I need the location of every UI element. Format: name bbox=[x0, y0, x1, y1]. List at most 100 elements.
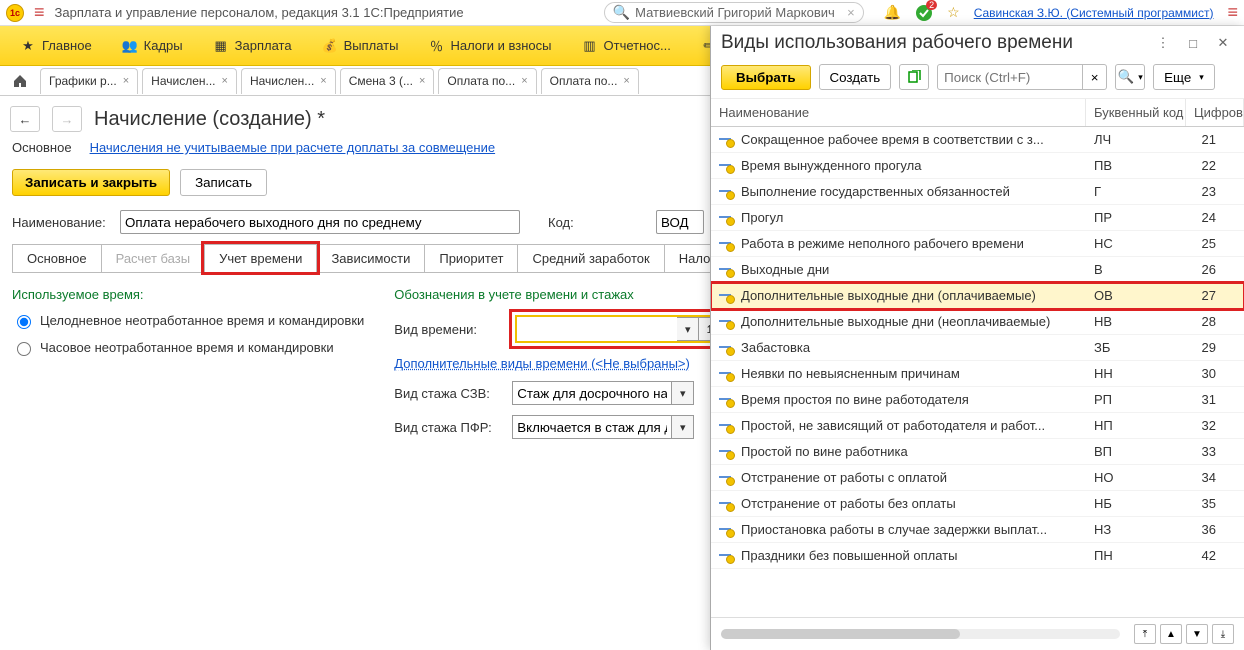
copy-button[interactable] bbox=[899, 64, 929, 90]
code-label: Код: bbox=[548, 215, 648, 230]
nav-icon: ▥ bbox=[582, 38, 598, 54]
doc-tab-0[interactable]: Графики р...× bbox=[40, 68, 138, 94]
table-row[interactable]: Работа в режиме неполного рабочего време… bbox=[711, 231, 1244, 257]
popup-search-clear[interactable]: × bbox=[1083, 64, 1107, 90]
inner-tab-2[interactable]: Учет времени bbox=[204, 244, 317, 272]
table-row[interactable]: Отстранение от работы с оплатойНО34 bbox=[711, 465, 1244, 491]
radio-fullday[interactable]: Целодневное неотработанное время и коман… bbox=[12, 312, 364, 329]
bell-icon[interactable]: 🔔 bbox=[884, 4, 901, 21]
close-icon[interactable]: × bbox=[320, 75, 326, 87]
table-row[interactable]: Простой по вине работникаВП33 bbox=[711, 439, 1244, 465]
pfr-select[interactable] bbox=[512, 415, 672, 439]
scroll-top-icon[interactable]: ⤒ bbox=[1134, 624, 1156, 644]
inner-tab-1[interactable]: Расчет базы bbox=[101, 244, 206, 272]
row-icon bbox=[719, 394, 733, 406]
szv-dropdown-icon[interactable]: ▾ bbox=[672, 381, 694, 405]
close-icon[interactable]: × bbox=[222, 75, 228, 87]
name-input[interactable] bbox=[120, 210, 520, 234]
clear-search-icon[interactable]: × bbox=[847, 5, 855, 20]
scroll-down-icon[interactable]: ▼ bbox=[1186, 624, 1208, 644]
vid-input[interactable] bbox=[517, 317, 677, 341]
save-button[interactable]: Записать bbox=[180, 169, 267, 196]
home-tab-icon[interactable] bbox=[4, 73, 36, 89]
popup-title: Виды использования рабочего времени bbox=[721, 32, 1144, 54]
col-name[interactable]: Наименование bbox=[711, 99, 1086, 126]
used-time-title: Используемое время: bbox=[12, 287, 364, 302]
close-icon[interactable]: × bbox=[419, 75, 425, 87]
radio-fullday-input[interactable] bbox=[17, 315, 31, 329]
vid-dropdown-icon[interactable]: ▾ bbox=[677, 317, 699, 341]
radio-hourly-input[interactable] bbox=[17, 342, 31, 356]
inner-tab-5[interactable]: Средний заработок bbox=[517, 244, 664, 272]
doc-tab-3[interactable]: Смена 3 (...× bbox=[340, 68, 435, 94]
row-icon bbox=[719, 368, 733, 380]
find-button[interactable]: 🔍▾ bbox=[1115, 64, 1145, 90]
table-row[interactable]: Выполнение государственных обязанностейГ… bbox=[711, 179, 1244, 205]
code-input[interactable] bbox=[656, 210, 704, 234]
h-scroll[interactable] bbox=[721, 629, 1120, 639]
nav-item-4[interactable]: ％Налоги и взносы bbox=[414, 26, 565, 65]
doc-tab-1[interactable]: Начислен...× bbox=[142, 68, 237, 94]
nav-item-5[interactable]: ▥Отчетнос... bbox=[568, 26, 685, 65]
doc-tab-4[interactable]: Оплата по...× bbox=[438, 68, 536, 94]
szv-select[interactable] bbox=[512, 381, 672, 405]
table-row[interactable]: Сокращенное рабочее время в соответствии… bbox=[711, 127, 1244, 153]
current-user-link[interactable]: Савинская З.Ю. (Системный программист) bbox=[974, 6, 1214, 20]
nav-item-1[interactable]: 👥Кадры bbox=[108, 26, 197, 65]
menu-icon[interactable]: ≡ bbox=[34, 2, 45, 23]
table-row[interactable]: Праздники без повышенной оплатыПН42 bbox=[711, 543, 1244, 569]
table-row[interactable]: Выходные дниВ26 bbox=[711, 257, 1244, 283]
col-code[interactable]: Буквенный код bbox=[1086, 99, 1186, 126]
szv-label: Вид стажа СЗВ: bbox=[394, 386, 504, 401]
more-button[interactable]: Еще▾ bbox=[1153, 64, 1215, 90]
scroll-up-icon[interactable]: ▲ bbox=[1160, 624, 1182, 644]
nav-item-2[interactable]: ▦Зарплата bbox=[199, 26, 306, 65]
popup-search-input[interactable] bbox=[937, 64, 1083, 90]
nav-item-3[interactable]: 💰Выплаты bbox=[308, 26, 413, 65]
row-icon bbox=[719, 472, 733, 484]
close-icon[interactable]: × bbox=[123, 75, 129, 87]
table-row[interactable]: ПрогулПР24 bbox=[711, 205, 1244, 231]
popup-table-header: Наименование Буквенный код Цифров bbox=[711, 99, 1244, 127]
inner-tab-4[interactable]: Приоритет bbox=[424, 244, 518, 272]
table-row[interactable]: Простой, не зависящий от работодателя и … bbox=[711, 413, 1244, 439]
additional-types-link[interactable]: Дополнительные виды времени (<Не выбраны… bbox=[394, 356, 690, 371]
nav-link-main[interactable]: Основное bbox=[12, 140, 72, 155]
inner-tab-0[interactable]: Основное bbox=[12, 244, 102, 272]
table-row[interactable]: ЗабастовкаЗБ29 bbox=[711, 335, 1244, 361]
close-icon[interactable]: × bbox=[521, 75, 527, 87]
popup-more-icon[interactable]: ⋮ bbox=[1152, 32, 1174, 54]
select-button[interactable]: Выбрать bbox=[721, 65, 811, 90]
doc-tab-2[interactable]: Начислен...× bbox=[241, 68, 336, 94]
nav-forward-button[interactable]: → bbox=[52, 106, 82, 132]
inner-tab-3[interactable]: Зависимости bbox=[316, 244, 425, 272]
nav-link-extra[interactable]: Начисления не учитываемые при расчете до… bbox=[90, 140, 496, 155]
doc-tab-5[interactable]: Оплата по...× bbox=[541, 68, 639, 94]
create-button[interactable]: Создать bbox=[819, 64, 892, 90]
table-row[interactable]: Дополнительные выходные дни (оплачиваемы… bbox=[711, 283, 1244, 309]
table-row[interactable]: Время простоя по вине работодателяРП31 bbox=[711, 387, 1244, 413]
table-row[interactable]: Неявки по невыясненным причинамНН30 bbox=[711, 361, 1244, 387]
col-num[interactable]: Цифров bbox=[1186, 99, 1244, 126]
scroll-bottom-icon[interactable]: ⤓ bbox=[1212, 624, 1234, 644]
table-row[interactable]: Отстранение от работы без оплатыНБ35 bbox=[711, 491, 1244, 517]
nav-icon: ★ bbox=[20, 38, 36, 54]
popup-maximize-icon[interactable]: □ bbox=[1182, 32, 1204, 54]
nav-item-0[interactable]: ★Главное bbox=[6, 26, 106, 65]
table-row[interactable]: Приостановка работы в случае задержки вы… bbox=[711, 517, 1244, 543]
save-close-button[interactable]: Записать и закрыть bbox=[12, 169, 170, 196]
radio-hourly[interactable]: Часовое неотработанное время и командиро… bbox=[12, 339, 364, 356]
global-search[interactable]: 🔍 Матвиевский Григорий Маркович × bbox=[604, 2, 864, 23]
table-row[interactable]: Дополнительные выходные дни (неоплачивае… bbox=[711, 309, 1244, 335]
name-label: Наименование: bbox=[12, 215, 112, 230]
table-row[interactable]: Время вынужденного прогулаПВ22 bbox=[711, 153, 1244, 179]
notifications-icon[interactable]: 2 bbox=[915, 4, 933, 22]
nav-icon: 💰 bbox=[322, 38, 338, 54]
star-icon[interactable]: ☆ bbox=[947, 4, 960, 21]
popup-close-icon[interactable]: ✕ bbox=[1212, 32, 1234, 54]
close-icon[interactable]: × bbox=[623, 75, 629, 87]
menu-collapse-icon[interactable]: ≡ bbox=[1227, 2, 1238, 23]
pfr-dropdown-icon[interactable]: ▾ bbox=[672, 415, 694, 439]
nav-back-button[interactable]: ← bbox=[10, 106, 40, 132]
designations-title: Обозначения в учете времени и стажах bbox=[394, 287, 746, 302]
